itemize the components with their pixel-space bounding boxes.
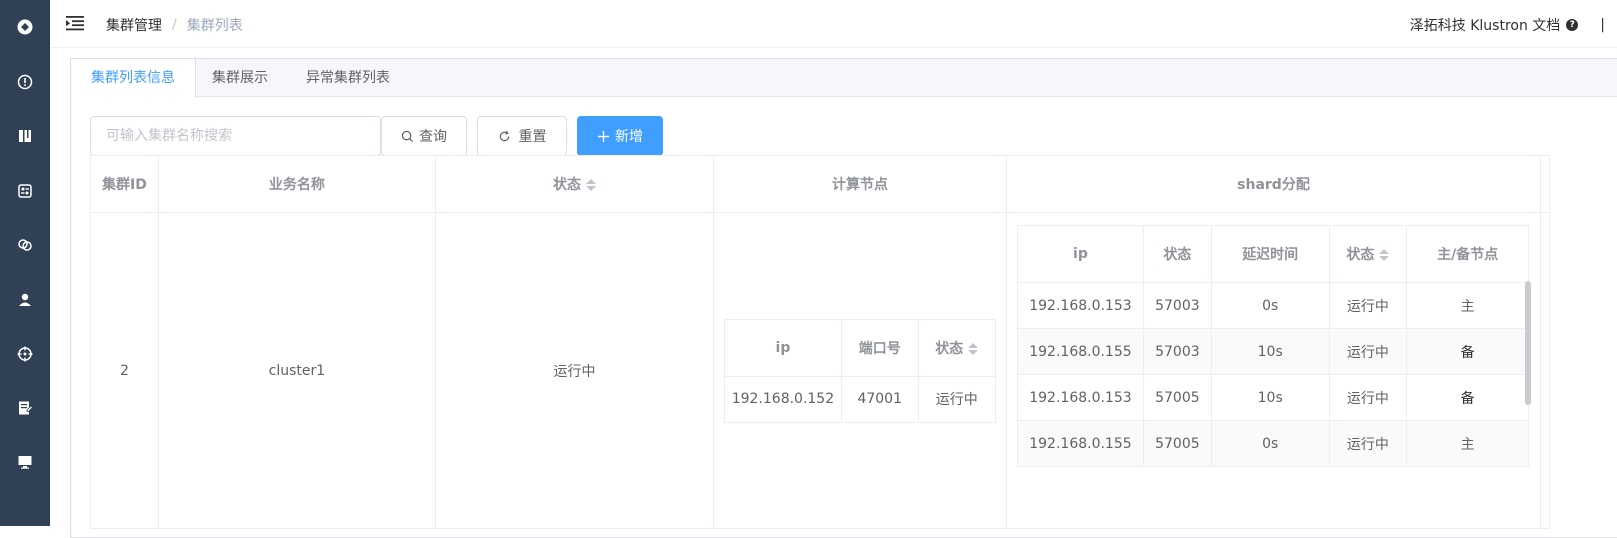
compute-col-status-label: 状态 xyxy=(935,340,964,357)
cell-extra xyxy=(1539,212,1551,529)
breadcrumb-parent[interactable]: 集群管理 xyxy=(106,15,162,35)
shard-col-status-sortable[interactable]: 状态 xyxy=(1328,225,1408,283)
cluster-table: 集群ID 业务名称 状态 计算节点 shard分配 2 cluster1 运行中 xyxy=(90,155,1551,529)
header-right: 泽拓科技 Klustron 文档 ? | xyxy=(1410,15,1605,35)
docs-link[interactable]: 泽拓科技 Klustron 文档 xyxy=(1410,15,1561,35)
query-button[interactable]: 查询 xyxy=(381,116,467,156)
shard-delay: 0s xyxy=(1210,420,1330,467)
shard-delay: 10s xyxy=(1210,374,1330,421)
sidebar xyxy=(0,0,50,526)
dashboard-icon[interactable] xyxy=(15,181,35,201)
reset-button[interactable]: 重置 xyxy=(477,116,567,156)
shard-status: 运行中 xyxy=(1328,374,1408,421)
shard-delay: 0s xyxy=(1210,282,1330,329)
shard-port: 57003 xyxy=(1142,328,1212,375)
col-header-status[interactable]: 状态 xyxy=(434,155,715,213)
tab-card: 集群列表信息 集群展示 异常集群列表 查询 重置 新增 集群ID 业务名称 状态… xyxy=(70,58,1617,538)
monitor-icon[interactable] xyxy=(15,452,35,472)
shard-node-table: ip 状态 延迟时间 状态 主/备节点 192.168.0.153 57003 … xyxy=(1017,225,1529,467)
shard-role: 备 xyxy=(1406,328,1529,375)
shard-port: 57003 xyxy=(1142,282,1212,329)
compute-header-row: ip 端口号 状态 xyxy=(724,318,997,377)
compute-col-status[interactable]: 状态 xyxy=(917,318,997,377)
tab-abnormal-cluster-list[interactable]: 异常集群列表 xyxy=(286,59,410,98)
col-header-status-label: 状态 xyxy=(552,177,581,193)
shard-delay: 10s xyxy=(1210,328,1330,375)
shard-row: 192.168.0.155 57005 0s 运行中 主 xyxy=(1017,420,1529,467)
cell-shard-allocation: ip 状态 延迟时间 状态 主/备节点 192.168.0.153 57003 … xyxy=(1006,212,1541,529)
shard-port: 57005 xyxy=(1142,420,1212,467)
shard-status: 运行中 xyxy=(1328,328,1408,375)
shard-row: 192.168.0.153 57005 10s 运行中 备 xyxy=(1017,374,1529,421)
edit-doc-icon[interactable] xyxy=(15,398,35,418)
header-divider: | xyxy=(1600,17,1605,33)
compute-node-table: ip 端口号 状态 192.168.0.152 47001 运行中 xyxy=(724,318,997,423)
book-icon[interactable] xyxy=(15,126,35,146)
query-button-label: 查询 xyxy=(419,129,447,145)
sort-caret-icon[interactable] xyxy=(968,342,979,356)
compute-ip: 192.168.0.152 xyxy=(724,375,842,423)
shard-col-role: 主/备节点 xyxy=(1406,225,1529,283)
col-header-compute-nodes: 计算节点 xyxy=(713,155,1007,213)
breadcrumb: 集群管理 / 集群列表 xyxy=(106,15,243,35)
reset-button-label: 重置 xyxy=(518,129,547,145)
tab-cluster-display[interactable]: 集群展示 xyxy=(192,59,288,98)
shard-ip: 192.168.0.155 xyxy=(1017,328,1144,375)
shard-role: 主 xyxy=(1406,420,1529,467)
refresh-icon xyxy=(499,130,509,141)
shard-ip: 192.168.0.153 xyxy=(1017,374,1144,421)
sort-caret-icon[interactable] xyxy=(1379,248,1390,262)
shard-role: 主 xyxy=(1406,282,1529,329)
col-header-shard-allocation: shard分配 xyxy=(1006,155,1541,213)
sort-caret-icon[interactable] xyxy=(585,178,596,192)
shard-col-status-label: 状态 xyxy=(1346,247,1375,263)
tab-cluster-list-info[interactable]: 集群列表信息 xyxy=(71,59,196,98)
menu-toggle-icon[interactable] xyxy=(66,14,84,32)
shard-row: 192.168.0.155 57003 10s 运行中 备 xyxy=(1017,328,1529,375)
shard-row: 192.168.0.153 57003 0s 运行中 主 xyxy=(1017,282,1529,329)
shard-col-delay: 延迟时间 xyxy=(1210,225,1330,283)
breadcrumb-current: 集群列表 xyxy=(186,18,243,34)
col-header-business-name: 业务名称 xyxy=(157,155,436,213)
compute-status: 运行中 xyxy=(917,375,997,423)
table-row: 2 cluster1 运行中 ip 端口号 状态 192.168.0.152 4… xyxy=(90,212,1551,529)
plus-icon xyxy=(597,130,610,142)
top-navbar: 集群管理 / 集群列表 泽拓科技 Klustron 文档 ? | xyxy=(50,0,1617,48)
main-content: 集群列表信息 集群展示 异常集群列表 查询 重置 新增 集群ID 业务名称 状态… xyxy=(50,48,1617,538)
table-header-row: 集群ID 业务名称 状态 计算节点 shard分配 xyxy=(90,155,1551,213)
info-icon[interactable] xyxy=(15,72,35,92)
shard-col-ip: ip xyxy=(1017,225,1144,283)
shard-status: 运行中 xyxy=(1328,282,1408,329)
add-cluster-button[interactable]: 新增 xyxy=(577,116,663,156)
shard-ip: 192.168.0.155 xyxy=(1017,420,1144,467)
cluster-search-input[interactable] xyxy=(90,116,381,156)
target-icon[interactable] xyxy=(15,344,35,364)
link-icon[interactable] xyxy=(15,235,35,255)
cell-status: 运行中 xyxy=(434,212,715,529)
shard-table-scrollbar[interactable] xyxy=(1525,281,1531,405)
compute-node-row: 192.168.0.152 47001 运行中 xyxy=(724,375,997,423)
compute-col-ip: ip xyxy=(724,318,842,377)
shard-header-row: ip 状态 延迟时间 状态 主/备节点 xyxy=(1017,225,1529,283)
shard-role: 备 xyxy=(1406,374,1529,421)
breadcrumb-separator: / xyxy=(172,17,177,33)
help-icon[interactable]: ? xyxy=(1566,19,1579,31)
compute-port: 47001 xyxy=(840,375,919,423)
user-icon[interactable] xyxy=(15,290,35,310)
search-icon xyxy=(401,130,414,142)
add-button-label: 新增 xyxy=(615,129,643,145)
shard-col-status: 状态 xyxy=(1142,225,1212,283)
cell-business-name: cluster1 xyxy=(157,212,436,529)
cell-cluster-id: 2 xyxy=(90,212,159,529)
shard-ip: 192.168.0.153 xyxy=(1017,282,1144,329)
col-header-cluster-id: 集群ID xyxy=(90,155,159,213)
tab-bar: 集群列表信息 集群展示 异常集群列表 xyxy=(71,59,1617,98)
logo-icon[interactable] xyxy=(15,17,35,37)
compute-col-port: 端口号 xyxy=(840,318,919,377)
cell-compute-nodes: ip 端口号 状态 192.168.0.152 47001 运行中 xyxy=(713,212,1007,529)
col-header-extra xyxy=(1539,155,1551,213)
shard-status: 运行中 xyxy=(1328,420,1408,467)
shard-port: 57005 xyxy=(1142,374,1212,421)
